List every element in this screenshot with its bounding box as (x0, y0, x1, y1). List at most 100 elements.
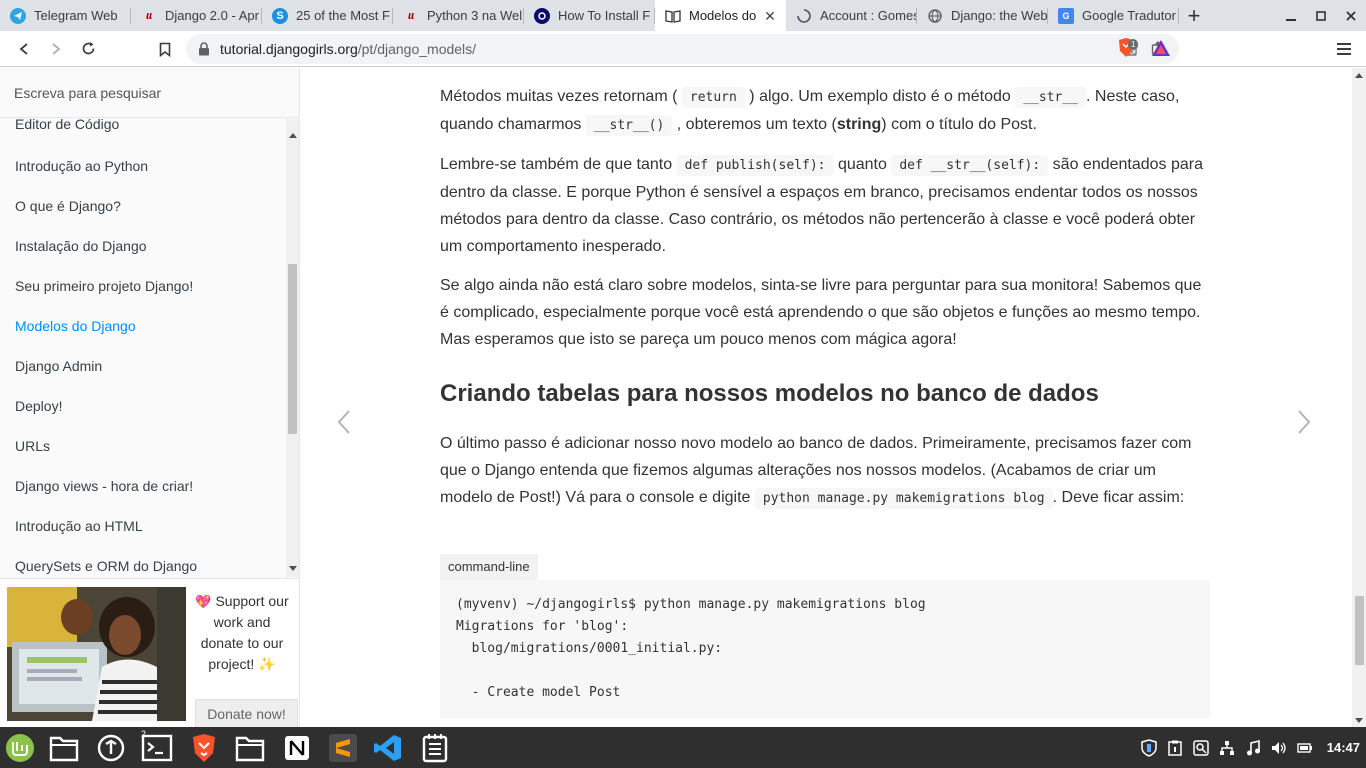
sponsor-photo (7, 587, 186, 721)
tab-title: Django 2.0 - Apr (165, 8, 259, 23)
django-rest-icon: ɩɩ (407, 9, 415, 22)
taskbar: 2 14:47 (0, 727, 1366, 768)
previous-page-icon[interactable] (336, 408, 356, 438)
paragraph: Métodos muitas vezes retornam ( return )… (440, 83, 1212, 139)
notes-icon[interactable] (419, 732, 451, 764)
terminal-icon[interactable]: 2 (141, 729, 173, 764)
inline-code: def publish(self): (676, 155, 834, 176)
next-page-icon[interactable] (1296, 408, 1316, 438)
digitalocean-icon (534, 7, 550, 24)
tab[interactable]: ɩɩ Python 3 na Wel (393, 0, 524, 31)
brave-rewards-icon[interactable] (1151, 39, 1171, 59)
minimize-icon[interactable] (1276, 0, 1306, 31)
tab[interactable]: Telegram Web (0, 0, 131, 31)
sidebar-item[interactable]: Instalação do Django (15, 238, 147, 254)
paragraph: Lembre-se também de que tanto def publis… (440, 155, 1204, 255)
code-line: - Create model Post (456, 685, 621, 700)
inline-code: return (681, 87, 745, 108)
window-controls (1276, 0, 1366, 31)
globe-icon (927, 8, 943, 24)
scrollbar-thumb[interactable] (1355, 596, 1364, 665)
tab-title: Google Tradutor (1082, 8, 1176, 23)
sidebar-item[interactable]: QuerySets e ORM do Django (15, 558, 197, 574)
folder-icon[interactable] (234, 732, 266, 764)
inline-code: def __str__(self): (891, 155, 1049, 176)
tab-separator (1178, 8, 1179, 24)
sidebar-item[interactable]: Introdução ao HTML (15, 518, 143, 534)
close-tab-icon[interactable]: ✕ (762, 8, 778, 24)
code-line: (myvenv) ~/djangogirls$ python manage.py… (456, 597, 926, 612)
screenshot-icon[interactable] (1193, 739, 1209, 756)
lock-icon[interactable] (198, 42, 210, 56)
browser-toolbar: tutorial.djangogirls.org/pt/django_model… (0, 31, 1366, 67)
brave-shields-icon[interactable]: 1 (1116, 37, 1140, 61)
scroll-down-icon[interactable] (289, 566, 297, 571)
scrollbar-thumb[interactable] (288, 264, 297, 434)
tab[interactable]: ɩɩ Django 2.0 - Apr (131, 0, 262, 31)
section-heading: Criando tabelas para nossos modelos no b… (440, 380, 1099, 407)
tab-title: How To Install F (558, 8, 651, 23)
s-icon: S (272, 7, 288, 24)
tab-title: 25 of the Most F (296, 8, 390, 23)
mint-menu-icon[interactable] (4, 732, 36, 764)
brave-icon[interactable] (188, 732, 220, 764)
sidebar-item[interactable]: URLs (15, 438, 50, 454)
clipboard-icon[interactable] (1167, 740, 1183, 756)
book-icon (665, 8, 681, 24)
sidebar-item-active[interactable]: Modelos do Django (15, 318, 136, 334)
sidebar-item[interactable]: Deploy! (15, 398, 62, 414)
sidebar-item[interactable]: Editor de Código (15, 119, 119, 132)
network-icon[interactable] (1219, 740, 1235, 756)
menu-icon[interactable] (1332, 33, 1356, 65)
inline-code: __str__() (585, 115, 673, 136)
django-rest-icon: ɩɩ (145, 9, 153, 22)
sidebar-item[interactable]: Seu primeiro projeto Django! (15, 278, 193, 294)
url-path: /pt/django_models/ (357, 41, 477, 57)
forward-button[interactable] (40, 33, 72, 65)
music-icon[interactable] (1245, 739, 1261, 756)
tab[interactable]: How To Install F (524, 0, 655, 31)
files-icon[interactable] (48, 732, 80, 764)
notion-icon[interactable] (281, 732, 313, 764)
new-tab-button[interactable]: + (1179, 0, 1209, 31)
tab-strip: Telegram Web ɩɩ Django 2.0 - Apr S 25 of… (0, 0, 1366, 31)
update-manager-icon[interactable] (95, 732, 127, 764)
scroll-up-icon[interactable] (289, 133, 297, 138)
tab-title: Account : Gomes (820, 8, 917, 23)
search-input[interactable] (14, 84, 274, 101)
sidebar-item[interactable]: Django Admin (15, 358, 102, 374)
scroll-up-icon[interactable] (1355, 73, 1363, 78)
donate-button[interactable]: Donate now! (195, 699, 298, 728)
tab[interactable]: G Google Tradutor (1048, 0, 1179, 31)
tab-title: Telegram Web (34, 8, 118, 23)
page-scrollbar[interactable] (1352, 68, 1366, 727)
clock[interactable]: 14:47 (1327, 740, 1360, 755)
tab[interactable]: S 25 of the Most F (262, 0, 393, 31)
sparkle-icon: ✨ (258, 656, 276, 672)
back-button[interactable] (8, 33, 40, 65)
sidebar-scrollbar[interactable] (286, 119, 299, 577)
inline-code: __str__ (1015, 87, 1087, 108)
sidebar-item[interactable]: Introdução ao Python (15, 158, 148, 174)
tab[interactable]: Django: the Web (917, 0, 1048, 31)
bookmark-button[interactable] (150, 33, 180, 65)
close-window-icon[interactable] (1336, 0, 1366, 31)
telegram-icon (10, 7, 26, 24)
tab[interactable]: Account : Gomes (786, 0, 917, 31)
sidebar-item[interactable]: O que é Django? (15, 198, 121, 214)
url-text: tutorial.djangogirls.org/pt/django_model… (220, 41, 476, 57)
shield-icon[interactable] (1141, 738, 1157, 757)
vscode-icon[interactable] (372, 732, 404, 764)
sidebar-item[interactable]: Django views - hora de criar! (15, 478, 193, 494)
address-bar[interactable]: tutorial.djangogirls.org/pt/django_model… (186, 34, 1179, 64)
battery-icon[interactable] (1297, 740, 1313, 756)
tab-active[interactable]: Modelos do ✕ (655, 0, 786, 31)
volume-icon[interactable] (1271, 740, 1287, 756)
reload-button[interactable] (72, 33, 104, 65)
system-tray: 14:47 (1141, 727, 1366, 768)
spinner-icon (796, 8, 812, 24)
sublime-icon[interactable] (327, 732, 359, 764)
maximize-icon[interactable] (1306, 0, 1336, 31)
scroll-down-icon[interactable] (1355, 718, 1363, 723)
